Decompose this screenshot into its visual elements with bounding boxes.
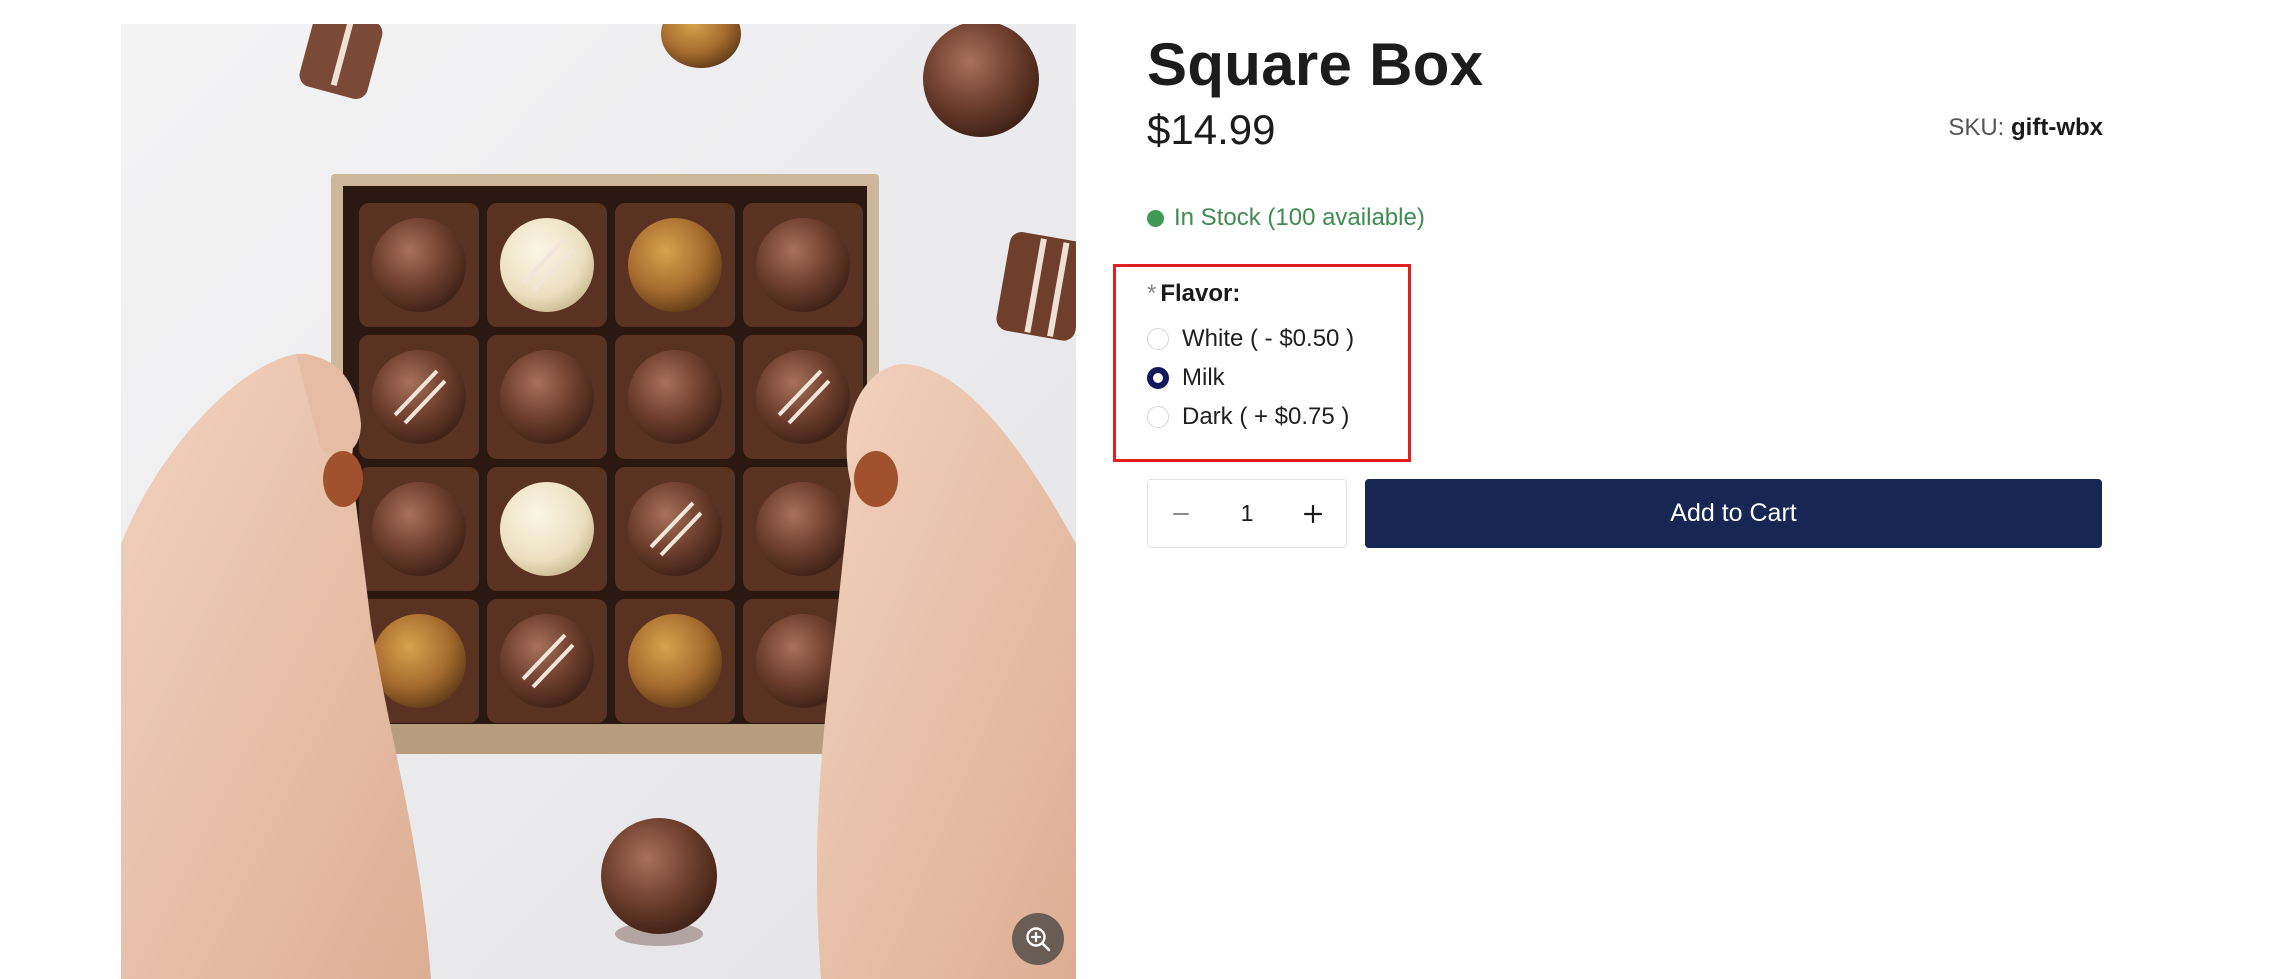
radio-white[interactable] — [1147, 328, 1169, 350]
add-to-cart-button[interactable]: Add to Cart — [1365, 479, 2102, 548]
chocolate-piece — [500, 218, 594, 312]
sku-value: gift-wbx — [2011, 114, 2103, 141]
flavor-option-milk[interactable]: Milk — [1147, 361, 1225, 395]
stock-text: In Stock (100 available) — [1174, 204, 1425, 231]
flavor-option-dark[interactable]: Dark ( + $0.75 ) — [1147, 400, 1349, 434]
chocolate-piece — [500, 614, 594, 708]
minus-icon — [1173, 512, 1189, 515]
flavor-option-label: Dark ( + $0.75 ) — [1182, 403, 1350, 430]
chocolate-piece — [500, 482, 594, 576]
product-title: Square Box — [1147, 31, 1484, 98]
chocolate-piece — [372, 614, 466, 708]
flavor-label-text: Flavor: — [1160, 280, 1241, 307]
chocolate-piece — [372, 350, 466, 444]
plus-icon — [1303, 504, 1323, 523]
chocolate-piece — [372, 482, 466, 576]
chocolate-piece — [628, 614, 722, 708]
quantity-value[interactable]: 1 — [1217, 500, 1277, 527]
chocolate-box-illustration — [121, 24, 1076, 979]
product-info: Square Box $14.99 SKU: gift-wbx In Stock… — [1113, 0, 2103, 979]
product-image[interactable] — [121, 24, 1076, 979]
sku: SKU: gift-wbx — [1948, 112, 2103, 144]
in-stock-dot-icon — [1147, 209, 1164, 227]
chocolate-piece — [756, 350, 850, 444]
required-mark: * — [1147, 280, 1157, 307]
chocolate-piece — [628, 350, 722, 444]
flavor-label: * Flavor: — [1147, 277, 1240, 311]
flavor-option-white[interactable]: White ( - $0.50 ) — [1147, 322, 1354, 356]
quantity-stepper: 1 — [1147, 479, 1347, 548]
radio-dark[interactable] — [1147, 406, 1169, 428]
product-price: $14.99 — [1147, 106, 1276, 153]
product-page: Square Box $14.99 SKU: gift-wbx In Stock… — [0, 0, 2293, 979]
radio-milk[interactable] — [1147, 367, 1169, 389]
chocolate-piece — [500, 350, 594, 444]
zoom-button[interactable] — [1012, 913, 1064, 965]
flavor-options: * Flavor: White ( - $0.50 ) Milk Dark ( +… — [1113, 264, 1411, 462]
decrement-button[interactable] — [1148, 480, 1214, 547]
zoom-in-icon — [1026, 927, 1051, 952]
stock-status: In Stock (100 available) — [1147, 201, 1425, 235]
chocolate-piece — [372, 218, 466, 312]
flavor-option-label: White ( - $0.50 ) — [1182, 325, 1355, 352]
flavor-option-label: Milk — [1182, 364, 1225, 391]
chocolate-piece — [628, 482, 722, 576]
chocolate-piece — [756, 482, 850, 576]
chocolate-piece — [628, 218, 722, 312]
increment-button[interactable] — [1280, 480, 1346, 547]
chocolate-piece — [756, 218, 850, 312]
sku-label: SKU: — [1948, 114, 2005, 141]
